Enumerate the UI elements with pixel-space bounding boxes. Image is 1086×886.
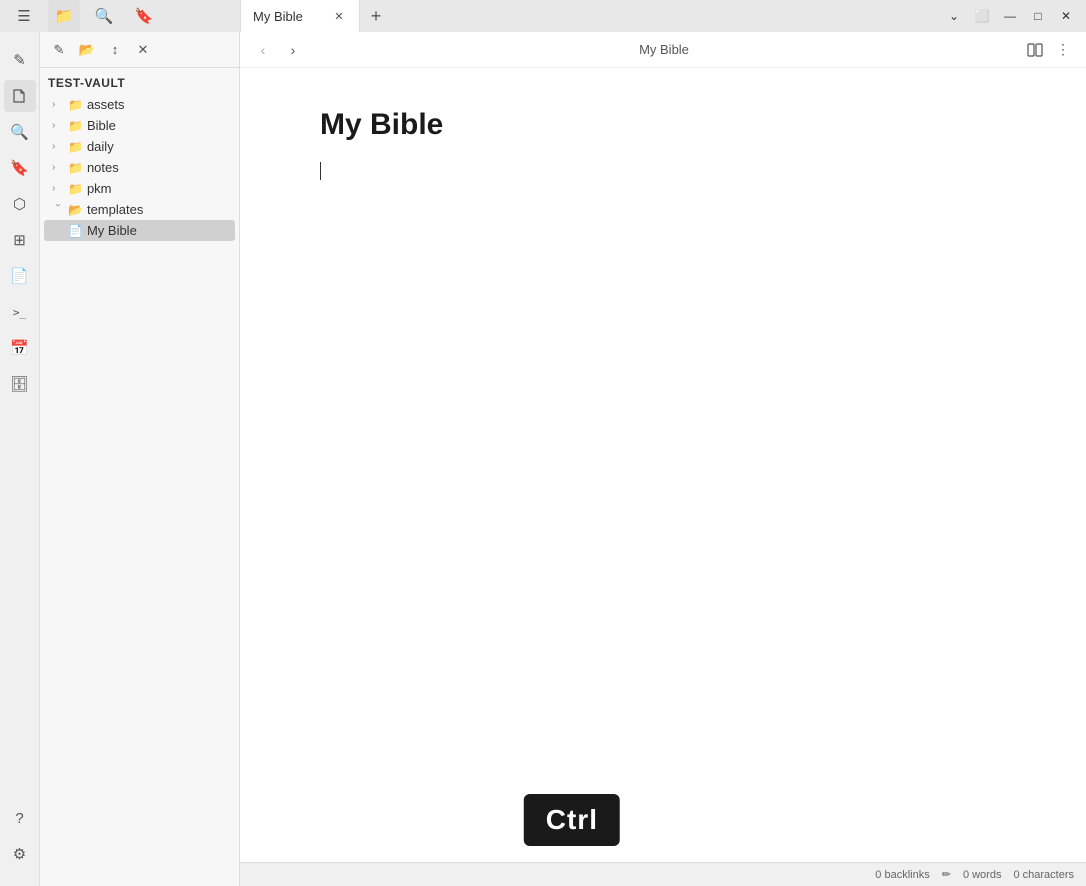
editor-content[interactable]: My Bible [240, 68, 1086, 862]
sidebar-item-extensions[interactable]: ⊞ [4, 224, 36, 256]
chevron-down-icon: › [53, 204, 64, 216]
editor-title: My Bible [312, 42, 1016, 57]
split-button[interactable]: ⬜ [970, 4, 994, 28]
chevron-right-icon: › [52, 183, 64, 194]
sidebar-item-files[interactable] [4, 80, 36, 112]
tree-item-bible[interactable]: › 📁 Bible [44, 115, 235, 136]
sidebar-item-graph[interactable]: ⬡ [4, 188, 36, 220]
tree-item-label: templates [87, 202, 143, 217]
more-options-icon[interactable]: ⋮ [1052, 39, 1074, 61]
sidebar-toggle-icon[interactable]: ☰ [8, 0, 40, 32]
tree-item-templates[interactable]: › 📂 templates [44, 199, 235, 220]
document-title: My Bible [320, 108, 1006, 142]
tree-item-label: pkm [87, 181, 112, 196]
tree-item-label: My Bible [87, 223, 137, 238]
edit-icon-status: ✏ [942, 868, 951, 881]
file-sidebar: ✎ 📂 ↕ ✕ TEST-VAULT › 📁 assets › 📁 Bible … [40, 32, 240, 886]
main-area: ✎ 🔍 🔖 ⬡ ⊞ 📄 >_ 📅 🗄 ? ⚙ ✎ 📂 ↕ [0, 32, 1086, 886]
forward-button[interactable]: › [282, 39, 304, 61]
tree-item-pkm[interactable]: › 📁 pkm [44, 178, 235, 199]
sidebar-item-help[interactable]: ? [4, 802, 36, 834]
file-sidebar-toolbar: ✎ 📂 ↕ ✕ [40, 32, 239, 68]
search-nav-icon[interactable]: 🔍 [88, 0, 120, 32]
new-folder-toolbar-button[interactable]: 📂 [76, 39, 98, 61]
titlebar-right: ⌄ ⬜ — □ ✕ [934, 4, 1086, 28]
tree-item-daily[interactable]: › 📁 daily [44, 136, 235, 157]
maximize-button[interactable]: □ [1026, 4, 1050, 28]
characters-count: 0 characters [1013, 869, 1074, 881]
sidebar-item-bookmarks[interactable]: 🔖 [4, 152, 36, 184]
chevron-down-icon: › [52, 120, 64, 131]
backlinks-status[interactable]: 0 backlinks [875, 869, 929, 881]
collapse-all-toolbar-button[interactable]: ✕ [132, 39, 154, 61]
ctrl-overlay: Ctrl [524, 794, 620, 846]
folder-nav-icon[interactable]: 📁 [48, 0, 80, 32]
chevron-right-icon: › [52, 141, 64, 152]
folder-closed-icon: 📁 [68, 161, 83, 175]
collapse-button[interactable]: ⌄ [942, 4, 966, 28]
characters-status: 0 characters [1013, 869, 1074, 881]
file-tree: TEST-VAULT › 📁 assets › 📁 Bible › 📁 dail… [40, 68, 239, 886]
icon-sidebar: ✎ 🔍 🔖 ⬡ ⊞ 📄 >_ 📅 🗄 ? ⚙ [0, 32, 40, 886]
file-icon: 📄 [68, 224, 83, 238]
close-button[interactable]: ✕ [1054, 4, 1078, 28]
editor-toolbar: ‹ › My Bible ⋮ [240, 32, 1086, 68]
editor-area: ‹ › My Bible ⋮ My Bible 0 backlinks [240, 32, 1086, 886]
titlebar-left: ☰ 📁 🔍 🔖 [0, 0, 240, 32]
sidebar-item-archive[interactable]: 🗄 [4, 368, 36, 400]
tree-item-label: daily [87, 139, 114, 154]
sidebar-item-pages[interactable]: 📄 [4, 260, 36, 292]
editor-toolbar-right: ⋮ [1024, 39, 1074, 61]
sidebar-item-search[interactable]: 🔍 [4, 116, 36, 148]
icon-sidebar-bottom: ? ⚙ [4, 802, 36, 878]
words-count: 0 words [963, 869, 1002, 881]
new-note-toolbar-button[interactable]: ✎ [48, 39, 70, 61]
tree-item-label: assets [87, 97, 125, 112]
back-button[interactable]: ‹ [252, 39, 274, 61]
reading-view-icon[interactable] [1024, 39, 1046, 61]
backlinks-count: 0 backlinks [875, 869, 929, 881]
tree-item-assets[interactable]: › 📁 assets [44, 94, 235, 115]
sidebar-item-terminal[interactable]: >_ [4, 296, 36, 328]
text-cursor [320, 162, 321, 180]
tree-item-notes[interactable]: › 📁 notes [44, 157, 235, 178]
folder-open-icon: 📂 [68, 203, 83, 217]
ctrl-text: Ctrl [546, 804, 598, 835]
sort-toolbar-button[interactable]: ↕ [104, 39, 126, 61]
chevron-right-icon: › [52, 99, 64, 110]
words-status: 0 words [963, 869, 1002, 881]
folder-closed-icon: 📁 [68, 119, 83, 133]
bookmark-nav-icon[interactable]: 🔖 [128, 0, 160, 32]
tab-label: My Bible [253, 9, 323, 24]
vault-label: TEST-VAULT [40, 72, 239, 94]
minimize-button[interactable]: — [998, 4, 1022, 28]
folder-closed-icon: 📁 [68, 98, 83, 112]
tree-item-label: notes [87, 160, 119, 175]
tabs-area: My Bible ✕ + [240, 0, 934, 32]
tree-item-my-bible[interactable]: 📄 My Bible [44, 220, 235, 241]
titlebar: ☰ 📁 🔍 🔖 My Bible ✕ + ⌄ ⬜ — □ ✕ [0, 0, 1086, 32]
statusbar: 0 backlinks ✏ 0 words 0 characters [240, 862, 1086, 886]
sidebar-item-calendar[interactable]: 📅 [4, 332, 36, 364]
folder-closed-icon: 📁 [68, 182, 83, 196]
chevron-right-icon: › [52, 162, 64, 173]
active-tab[interactable]: My Bible ✕ [240, 0, 360, 32]
sidebar-item-new-note[interactable]: ✎ [4, 44, 36, 76]
tree-item-label: Bible [87, 118, 116, 133]
new-tab-button[interactable]: + [360, 0, 392, 32]
sidebar-item-settings[interactable]: ⚙ [4, 838, 36, 870]
tab-close-button[interactable]: ✕ [331, 8, 347, 24]
folder-closed-icon: 📁 [68, 140, 83, 154]
icon-sidebar-top: ✎ 🔍 🔖 ⬡ ⊞ 📄 >_ 📅 🗄 [4, 40, 36, 798]
